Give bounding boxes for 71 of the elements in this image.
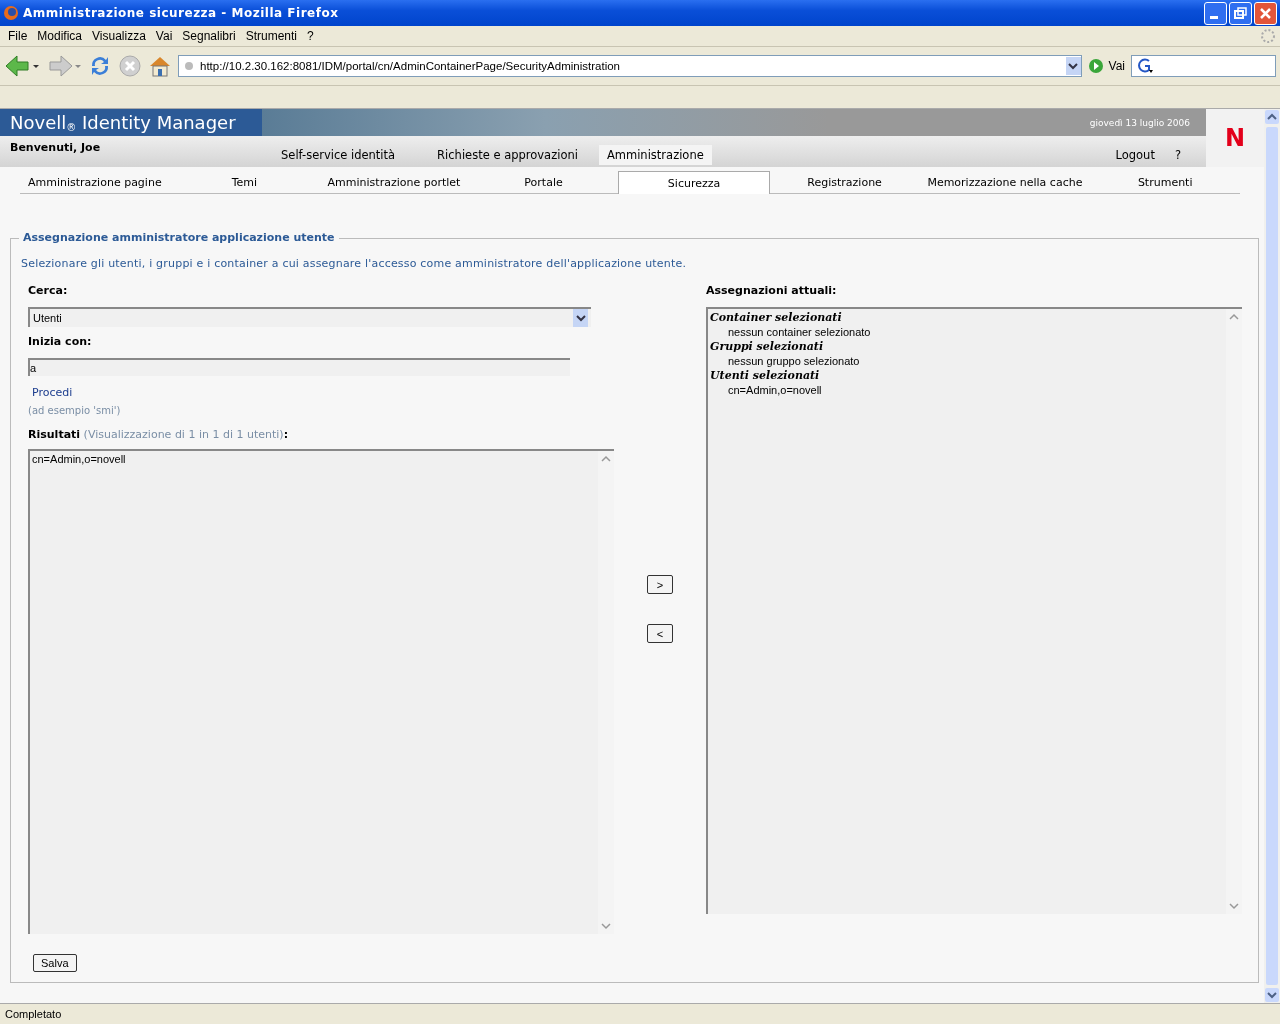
nav-tab[interactable]: Richieste e approvazioni [416, 145, 599, 165]
sub-tab[interactable]: Amministrazione pagine [20, 176, 170, 193]
window-title: Amministrazione sicurezza - Mozilla Firefox [23, 6, 340, 20]
scroll-up-icon[interactable] [1264, 109, 1280, 125]
logout-link[interactable]: Logout [1115, 145, 1155, 165]
dropdown-button[interactable] [1065, 57, 1081, 75]
restore-button[interactable] [1229, 1, 1252, 25]
browser-logo-icon [3, 5, 19, 21]
list-item[interactable]: cn=Admin,o=novell [710, 384, 1224, 396]
menu-item[interactable]: Modifica [33, 29, 89, 43]
sub-tab[interactable]: Portale [468, 176, 619, 193]
input-field[interactable]: a [28, 358, 570, 376]
colon-text: : [283, 428, 289, 441]
result-count: (Visualizzazione di 1 in 1 di 1 utenti) [83, 428, 284, 441]
list-item[interactable]: nessun container selezionato [710, 326, 1224, 338]
group-heading: Gruppi selezionati [710, 340, 825, 353]
throbber-icon [1260, 28, 1276, 44]
save-button[interactable]: Salva [33, 954, 77, 972]
intro-text: Selezionare gli utenti, i gruppi e i container a cui assegnare l'accesso come amministratore dell'applicazione utente. [21, 257, 688, 270]
sub-tab[interactable]: Memorizzazione nella cache [919, 176, 1091, 193]
address-field[interactable]: http://10.2.30.162:8081/IDM/portal/cn/AdminContainerPage/SecurityAdministration [178, 55, 1082, 77]
home-button[interactable] [148, 54, 172, 78]
chevron-down-icon [575, 313, 586, 323]
menu-item[interactable]: Strumenti [241, 29, 304, 43]
field-label: Cerca: [28, 284, 69, 297]
group-heading: Utenti selezionati [710, 369, 821, 382]
status-text: Completato [0, 1003, 1280, 1024]
list-item[interactable]: cn=Admin,o=novell [32, 453, 596, 465]
menu-item[interactable]: File [4, 29, 34, 43]
close-button[interactable] [1254, 1, 1277, 25]
page-icon [184, 61, 194, 71]
remove-button[interactable]: < [647, 624, 673, 643]
go-button[interactable]: Vai [1087, 58, 1125, 74]
sub-tab[interactable]: Sicurezza [618, 171, 770, 194]
minimize-button[interactable] [1204, 1, 1227, 25]
menu-item[interactable]: ? [303, 29, 320, 43]
section-title: Assegnazione amministratore applicazione utente [19, 231, 339, 244]
sub-tab[interactable]: Temi [169, 176, 320, 193]
help-link[interactable]: ? [1174, 145, 1181, 165]
search-type-select[interactable]: Utenti [28, 307, 591, 327]
results-list[interactable]: cn=Admin,o=novell [28, 449, 614, 934]
logo: N [1224, 124, 1246, 152]
menu-item[interactable]: Visualizza [88, 29, 152, 43]
scroll-down-icon[interactable] [1264, 987, 1280, 1003]
search-engine-icon[interactable] [1135, 57, 1155, 75]
stop-button[interactable] [118, 54, 142, 78]
proceed-link[interactable]: Procedi [32, 386, 73, 399]
nav-tab[interactable]: Self-service identità [260, 145, 417, 165]
sub-tab[interactable]: Strumenti [1090, 176, 1240, 193]
field-label: Risultati [28, 428, 81, 441]
nav-tab[interactable]: Amministrazione [598, 145, 712, 165]
field-label: Assegnazioni attuali: [706, 284, 838, 297]
play-icon [1087, 58, 1104, 74]
chevron-down-icon [1068, 61, 1079, 71]
sub-tab[interactable]: Amministrazione portlet [319, 176, 469, 193]
menu-item[interactable]: Segnalibri [178, 29, 242, 43]
welcome-text: Benvenuti, Joe [9, 141, 102, 154]
page-scrollbar[interactable] [1264, 109, 1280, 1003]
search-field[interactable] [1131, 55, 1276, 77]
date-label: giovedì 13 luglio 2006 [1089, 117, 1190, 128]
forward-button[interactable] [46, 53, 82, 79]
field-label: Inizia con: [28, 335, 93, 348]
minimize-icon [1210, 15, 1218, 19]
add-button[interactable]: > [647, 575, 673, 594]
hint-text: (ad esempio 'smi') [28, 405, 122, 416]
back-button[interactable] [4, 53, 40, 79]
list-item[interactable]: nessun gruppo selezionato [710, 355, 1224, 367]
group-heading: Container selezionati [710, 311, 843, 324]
menu-item[interactable]: Vai [151, 29, 179, 43]
assignments-list[interactable]: Container selezionati nessun container selezionato Gruppi selezionati nessun gruppo selezionato Utenti selezionati cn=Admin,o=novell [706, 307, 1242, 914]
sub-tab[interactable]: Registrazione [769, 176, 920, 193]
